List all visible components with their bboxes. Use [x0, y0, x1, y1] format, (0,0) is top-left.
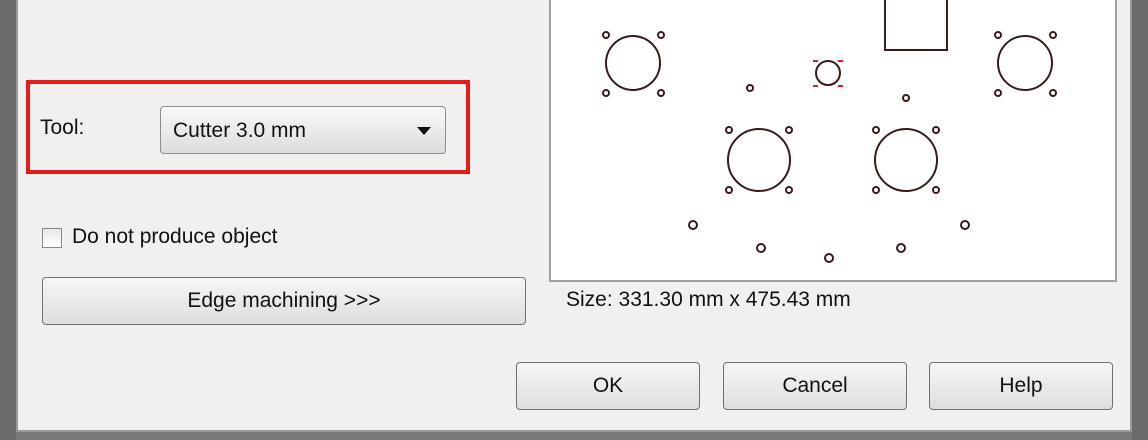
- preview-hole: [1049, 89, 1057, 97]
- preview-hole: [932, 186, 940, 194]
- cancel-button[interactable]: Cancel: [723, 362, 907, 410]
- preview-hole: [756, 243, 766, 253]
- preview-hole: [932, 126, 940, 134]
- preview-hole: [872, 186, 880, 194]
- size-readout: Size: 331.30 mm x 475.43 mm: [566, 288, 851, 311]
- window-frame-right: [1132, 0, 1148, 440]
- chevron-down-icon: [417, 127, 431, 135]
- window-frame-left: [0, 0, 16, 440]
- part-preview-drawing: [602, 0, 1057, 263]
- tool-select-value: Cutter 3.0 mm: [173, 119, 307, 142]
- preview-hole: [785, 186, 793, 194]
- preview-rect-cutout: [884, 0, 948, 51]
- preview-hole: [688, 220, 698, 230]
- preview-hole: [824, 253, 834, 263]
- preview-hole: [874, 128, 938, 192]
- preview-hole: [725, 186, 733, 194]
- preview-hole: [605, 35, 661, 91]
- preview-hole: [815, 60, 841, 86]
- selection-markers: [813, 60, 843, 87]
- ok-button[interactable]: OK: [516, 362, 700, 410]
- do-not-produce-label[interactable]: Do not produce object: [72, 225, 277, 249]
- edge-machining-button[interactable]: Edge machining >>>: [42, 277, 526, 325]
- preview-hole: [725, 126, 733, 134]
- preview-hole: [896, 243, 906, 253]
- preview-hole: [657, 89, 665, 97]
- help-button[interactable]: Help: [929, 362, 1113, 410]
- preview-hole: [785, 126, 793, 134]
- tool-label: Tool:: [40, 116, 85, 139]
- preview-hole: [994, 89, 1002, 97]
- do-not-produce-checkbox[interactable]: [42, 228, 62, 248]
- preview-hole: [997, 35, 1053, 91]
- preview-hole: [902, 94, 910, 102]
- preview-hole: [727, 128, 791, 192]
- preview-hole: [657, 31, 665, 39]
- preview-hole: [602, 89, 610, 97]
- preview-hole: [872, 126, 880, 134]
- preview-hole: [960, 220, 970, 230]
- preview-hole: [746, 84, 754, 92]
- preview-hole: [602, 31, 610, 39]
- preview-panel: [549, 0, 1117, 282]
- preview-hole: [994, 31, 1002, 39]
- tool-select[interactable]: Cutter 3.0 mm: [160, 106, 446, 154]
- preview-hole: [1049, 31, 1057, 39]
